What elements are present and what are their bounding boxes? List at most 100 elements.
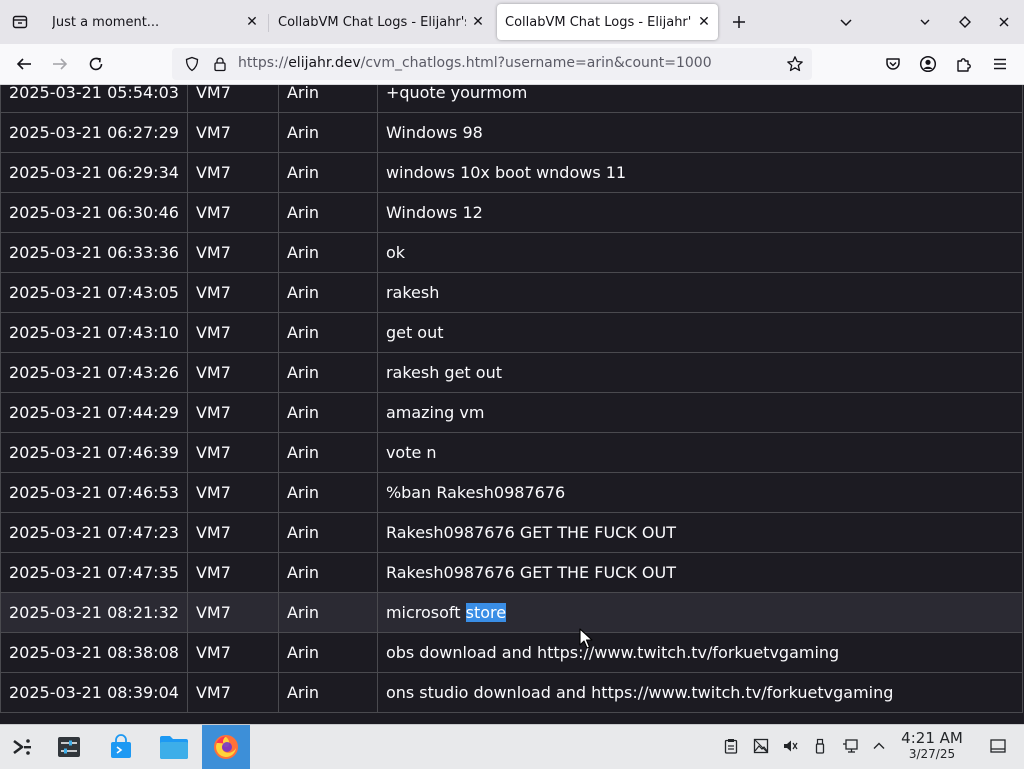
forward-button[interactable] xyxy=(45,49,75,79)
url-prefix: https:// xyxy=(238,55,289,71)
vm-cell: VM7 xyxy=(186,85,279,113)
desktop-icon xyxy=(990,739,1006,753)
reload-icon xyxy=(89,57,103,71)
username-cell: Arin xyxy=(277,152,378,193)
username-cell: Arin xyxy=(277,85,378,113)
message-text: %ban Rakesh0987676 xyxy=(385,483,566,502)
list-all-tabs-button[interactable] xyxy=(831,7,861,37)
window-maximize-button[interactable] xyxy=(950,7,980,37)
file-manager-taskbar-button[interactable] xyxy=(154,727,194,767)
chevron-up-icon xyxy=(873,742,885,749)
plus-icon xyxy=(733,16,745,28)
message-cell: amazing vm xyxy=(376,392,1024,433)
table-row: 2025-03-21 08:21:32 VM7 Arin microsoft stor… xyxy=(0,592,1024,633)
timestamp-cell: 2025-03-21 08:38:08 xyxy=(0,632,188,673)
timestamp-cell: 2025-03-21 07:46:53 xyxy=(0,472,188,513)
puzzle-piece-icon xyxy=(957,58,971,72)
extensions-button[interactable] xyxy=(949,49,979,79)
chevron-down-icon xyxy=(840,19,852,27)
account-button[interactable] xyxy=(913,49,943,79)
digital-clock[interactable]: 4:21 AM 3/27/25 xyxy=(892,730,972,762)
url-bar[interactable]: https://elijahr.dev/cvm_chatlogs.html?us… xyxy=(172,48,812,80)
username-cell: Arin xyxy=(277,232,378,273)
table-row: 2025-03-21 07:43:26 VM7 Arin rakesh get out xyxy=(0,352,1024,393)
close-tab-icon[interactable]: ✕ xyxy=(469,13,487,31)
removable-device-tray-icon[interactable] xyxy=(811,737,829,755)
table-row: 2025-03-21 06:33:36 VM7 Arin ok xyxy=(0,232,1024,273)
tab-title: CollabVM Chat Logs - Elijahr's xyxy=(278,14,466,30)
reload-button[interactable] xyxy=(81,49,111,79)
message-cell: ok xyxy=(376,232,1024,273)
message-text: get out xyxy=(385,323,444,342)
browser-tab[interactable]: Just a moment... ✕ xyxy=(44,4,266,40)
back-button[interactable] xyxy=(9,49,39,79)
message-cell: microsoft store xyxy=(376,592,1024,633)
message-cell: get out xyxy=(376,312,1024,353)
bookmark-star-icon[interactable] xyxy=(786,55,804,73)
firefox-view-button[interactable] xyxy=(5,7,35,37)
pocket-button[interactable] xyxy=(878,49,908,79)
message-text: ok xyxy=(385,243,405,262)
url-text[interactable]: https://elijahr.dev/cvm_chatlogs.html?us… xyxy=(238,55,712,71)
page-content: 2025-03-21 05:54:03 VM7 Arin +quote yourmom… xyxy=(0,85,1024,724)
vm-cell: VM7 xyxy=(186,392,279,433)
tab-separator xyxy=(268,14,269,32)
username-cell: Arin xyxy=(277,192,378,233)
folder-icon xyxy=(160,736,188,759)
vm-cell: VM7 xyxy=(186,232,279,273)
account-icon xyxy=(919,55,937,73)
message-text: obs download and https://www.twitch.tv/f… xyxy=(385,643,840,662)
vm-cell: VM7 xyxy=(186,432,279,473)
speaker-muted-icon xyxy=(784,740,798,752)
table-row: 2025-03-21 05:54:03 VM7 Arin +quote yourmom xyxy=(0,85,1024,113)
timestamp-cell: 2025-03-21 08:21:32 xyxy=(0,592,188,633)
discover-store-taskbar-button[interactable] xyxy=(101,727,141,767)
username-cell: Arin xyxy=(277,392,378,433)
tracking-protection-shield-icon[interactable] xyxy=(184,56,200,72)
show-hidden-icons-button[interactable] xyxy=(870,737,888,755)
message-text: Windows 98 xyxy=(385,123,483,142)
url-path: /cvm_chatlogs.html?username=arin&count=1… xyxy=(360,55,712,71)
network-tray-icon[interactable] xyxy=(841,737,859,755)
app-menu-button[interactable] xyxy=(985,49,1015,79)
clipboard-tray-icon[interactable] xyxy=(722,737,740,755)
browser-tab[interactable]: CollabVM Chat Logs - Elijahr's ✕ xyxy=(270,4,492,40)
browser-tab-active[interactable]: CollabVM Chat Logs - Elijahr's ✕ xyxy=(497,4,718,40)
timestamp-cell: 2025-03-21 07:43:26 xyxy=(0,352,188,393)
clock-date: 3/27/25 xyxy=(908,747,956,761)
vm-cell: VM7 xyxy=(186,152,279,193)
clock-time: 4:21 AM xyxy=(901,729,963,747)
message-cell: +quote yourmom xyxy=(376,85,1024,113)
message-cell: Windows 98 xyxy=(376,112,1024,153)
diamond-icon xyxy=(959,16,971,28)
message-text: windows 10x boot wndows 11 xyxy=(385,163,627,182)
vm-cell: VM7 xyxy=(186,552,279,593)
new-tab-button[interactable] xyxy=(724,7,754,37)
message-text: Rakesh0987676 GET THE FUCK OUT xyxy=(385,523,676,542)
table-row: 2025-03-21 07:43:10 VM7 Arin get out xyxy=(0,312,1024,353)
vm-cell: VM7 xyxy=(186,312,279,353)
message-cell: Rakesh0987676 GET THE FUCK OUT xyxy=(376,552,1024,593)
tab-title: CollabVM Chat Logs - Elijahr's xyxy=(505,14,692,30)
username-cell: Arin xyxy=(277,672,378,713)
close-tab-icon[interactable]: ✕ xyxy=(243,13,261,31)
volume-muted-tray-icon[interactable] xyxy=(781,737,799,755)
window-close-button[interactable] xyxy=(989,7,1019,37)
close-tab-icon[interactable]: ✕ xyxy=(695,13,713,31)
timestamp-cell: 2025-03-21 05:54:03 xyxy=(0,85,188,113)
table-row: 2025-03-21 07:46:53 VM7 Arin %ban Rakesh098… xyxy=(0,472,1024,513)
url-host: elijahr.dev xyxy=(288,55,361,71)
username-cell: Arin xyxy=(277,272,378,313)
message-cell: vote n xyxy=(376,432,1024,473)
message-text: microsoft xyxy=(385,603,466,622)
message-text: ons studio download and https://www.twit… xyxy=(385,683,894,702)
firefox-taskbar-button[interactable] xyxy=(202,725,250,769)
screenshot-tray-icon[interactable] xyxy=(752,737,770,755)
application-launcher-button[interactable] xyxy=(2,727,42,767)
timestamp-cell: 2025-03-21 06:33:36 xyxy=(0,232,188,273)
window-minimize-button[interactable] xyxy=(910,7,940,37)
lock-icon[interactable] xyxy=(212,56,228,72)
message-cell: rakesh get out xyxy=(376,352,1024,393)
system-settings-taskbar-button[interactable] xyxy=(49,727,89,767)
show-desktop-button[interactable] xyxy=(989,737,1007,755)
